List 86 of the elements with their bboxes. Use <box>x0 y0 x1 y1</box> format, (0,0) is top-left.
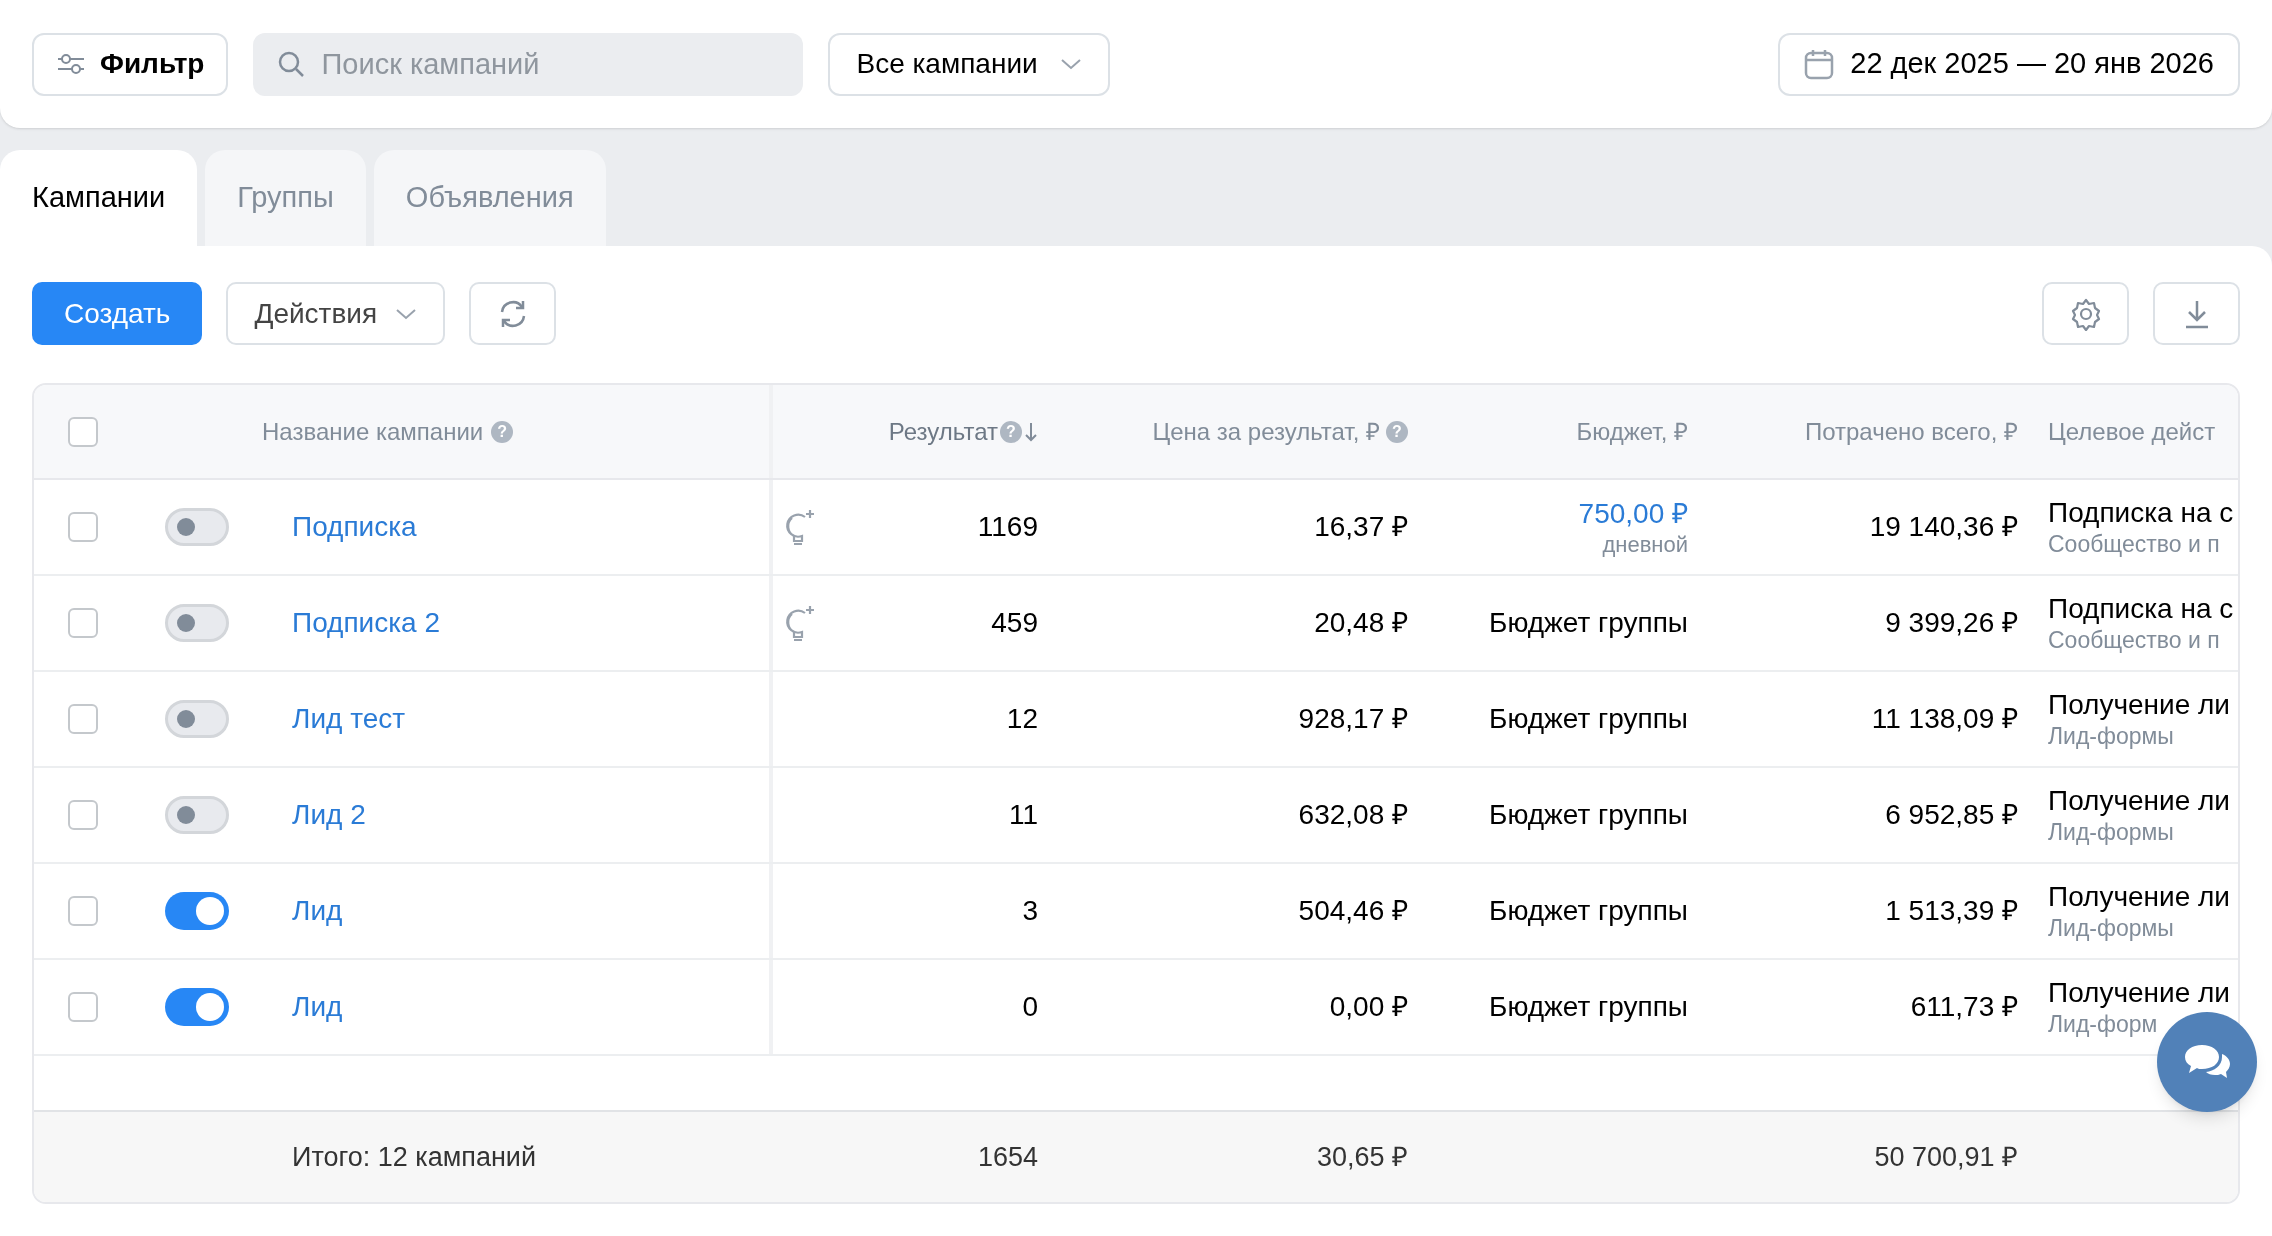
caret-icon <box>395 307 418 320</box>
download-button[interactable] <box>2153 282 2240 345</box>
price-value: 16,37 ₽ <box>1313 510 1409 544</box>
goal-text: Подписка на с <box>2048 496 2234 531</box>
budget-value: Бюджет группы <box>1488 990 1689 1024</box>
price-value: 632,08 ₽ <box>1297 798 1409 832</box>
budget-value: Бюджет группы <box>1488 702 1689 736</box>
campaign-link[interactable]: Лид тест <box>292 698 406 740</box>
date-range-picker[interactable]: 22 дек 2025 — 20 янв 2026 <box>1778 32 2240 96</box>
budget-value: Бюджет группы <box>1488 606 1689 640</box>
tab[interactable]: Объявления <box>373 150 606 246</box>
column-header: Результат <box>888 416 998 447</box>
toggle-switch[interactable] <box>165 604 229 642</box>
toggle-switch[interactable] <box>165 796 229 834</box>
campaign-link[interactable]: Лид <box>292 890 343 932</box>
checkbox[interactable] <box>68 992 98 1022</box>
result-value: 0 <box>1021 990 1039 1024</box>
checkbox[interactable] <box>68 800 98 830</box>
spent-value: 6 952,85 ₽ <box>1884 798 2019 832</box>
checkbox[interactable] <box>68 896 98 926</box>
goal-text: Получение ли <box>2048 880 2230 915</box>
total-label: Итого: 12 кампаний <box>291 1140 537 1174</box>
checkbox[interactable] <box>68 512 98 542</box>
campaign-link[interactable]: Лид <box>292 986 343 1028</box>
budget-link[interactable]: 750,00 ₽ <box>1578 495 1688 531</box>
filter-button[interactable]: Фильтр <box>32 32 229 96</box>
spent-value: 611,73 ₽ <box>1909 990 2019 1024</box>
checkbox[interactable] <box>68 416 98 447</box>
goal-note: Сообщество и п <box>2048 530 2220 559</box>
goal-note: Лид-формы <box>2048 722 2174 751</box>
result-value: 1169 <box>976 510 1039 544</box>
toggle-switch[interactable] <box>165 988 229 1026</box>
budget-value: Бюджет группы <box>1488 894 1689 928</box>
budget-note: дневной <box>1602 530 1688 559</box>
goal-note: Лид-форм <box>2048 1010 2158 1039</box>
total-price: 30,65 ₽ <box>1315 1140 1409 1174</box>
goal-note: Лид-формы <box>2048 818 2174 847</box>
goal-text: Подписка на с <box>2048 592 2234 627</box>
create-button[interactable]: Создать <box>32 282 203 345</box>
lightbulb-icon[interactable] <box>783 604 817 642</box>
goal-note: Лид-формы <box>2048 914 2174 943</box>
price-value: 0,00 ₽ <box>1328 990 1409 1024</box>
price-value: 20,48 ₽ <box>1313 606 1409 640</box>
campaign-dropdown[interactable]: Все кампании <box>828 32 1110 96</box>
toggle-switch[interactable] <box>165 700 229 738</box>
toggle-switch[interactable] <box>165 508 229 546</box>
result-value: 12 <box>1005 702 1039 736</box>
campaign-link[interactable]: Подписка 2 <box>292 602 440 644</box>
goal-text: Получение ли <box>2048 784 2230 819</box>
checkbox[interactable] <box>68 608 98 638</box>
calendar-icon <box>1804 48 1835 80</box>
goal-text: Получение ли <box>2048 688 2230 723</box>
spent-value: 19 140,36 ₽ <box>1868 510 2019 544</box>
toggle-switch[interactable] <box>165 892 229 930</box>
spent-value: 9 399,26 ₽ <box>1884 606 2019 640</box>
total-spent: 50 700,91 ₽ <box>1873 1140 2019 1174</box>
result-value: 11 <box>1007 798 1039 832</box>
lightbulb-icon[interactable] <box>783 508 817 546</box>
budget-value: Бюджет группы <box>1488 798 1689 832</box>
sliders-icon <box>56 52 86 76</box>
campaign-link[interactable]: Лид 2 <box>292 794 366 836</box>
spent-value: 11 138,09 ₽ <box>1870 702 2019 736</box>
column-header: Целевое дейст <box>2048 416 2216 447</box>
goal-note: Сообщество и п <box>2048 626 2220 655</box>
spent-value: 1 513,39 ₽ <box>1884 894 2019 928</box>
tab[interactable]: Группы <box>205 150 366 246</box>
settings-button[interactable] <box>2042 282 2129 345</box>
column-header: Бюджет, ₽ <box>1576 416 1688 447</box>
checkbox[interactable] <box>68 704 98 734</box>
column-header: Название кампании <box>262 416 484 447</box>
campaign-link[interactable]: Подписка <box>292 506 417 548</box>
refresh-button[interactable] <box>469 282 557 345</box>
result-value: 459 <box>990 606 1039 640</box>
column-header: Потрачено всего, ₽ <box>1804 416 2018 447</box>
sort-arrow-icon[interactable] <box>1024 420 1038 443</box>
search-field[interactable]: Поиск кампаний <box>253 32 804 96</box>
actions-dropdown[interactable]: Действия <box>226 282 446 345</box>
result-value: 3 <box>1021 894 1039 928</box>
price-value: 928,17 ₽ <box>1297 702 1409 736</box>
total-result: 1654 <box>976 1140 1039 1174</box>
column-header: Цена за результат, ₽ <box>1152 416 1380 447</box>
caret-icon <box>1059 58 1082 70</box>
goal-text: Получение ли <box>2048 976 2230 1011</box>
search-icon <box>277 49 306 78</box>
tab[interactable]: Кампании <box>0 150 198 246</box>
price-value: 504,46 ₽ <box>1297 894 1409 928</box>
